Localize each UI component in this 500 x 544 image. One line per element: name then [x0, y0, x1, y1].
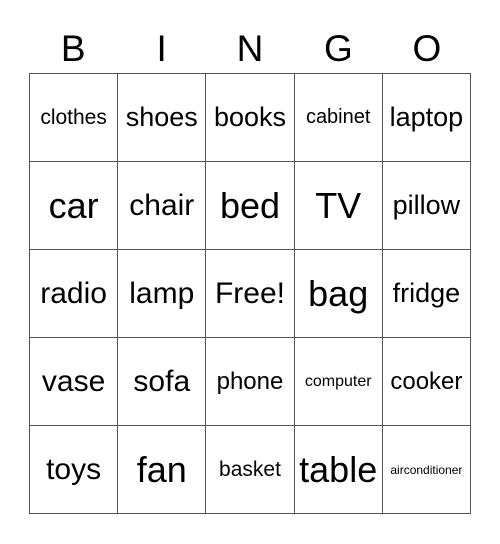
bingo-cell: cooker — [382, 338, 471, 426]
bingo-cell: bed — [206, 162, 295, 250]
bingo-cell: bag — [294, 250, 383, 338]
bingo-cell: chair — [118, 162, 207, 250]
bingo-cell: airconditioner — [382, 426, 471, 514]
bingo-cell: laptop — [382, 74, 471, 162]
bingo-cell: clothes — [30, 74, 119, 162]
bingo-cell: TV — [294, 162, 383, 250]
bingo-cell: shoes — [118, 74, 207, 162]
bingo-cell: basket — [206, 426, 295, 514]
bingo-cell: computer — [294, 338, 383, 426]
bingo-cell: phone — [206, 338, 295, 426]
bingo-cell: vase — [30, 338, 119, 426]
bingo-cell: fan — [118, 426, 207, 514]
bingo-cell: sofa — [118, 338, 207, 426]
bingo-cell: pillow — [382, 162, 471, 250]
header-letter-n: N — [236, 28, 264, 69]
bingo-header: B I N G O — [29, 26, 471, 72]
header-letter-g: G — [324, 28, 353, 69]
header-letter-i: I — [156, 28, 167, 69]
bingo-cell: books — [206, 74, 295, 162]
bingo-cell: table — [294, 426, 383, 514]
header-letter-o: O — [412, 28, 442, 69]
bingo-grid: clothes shoes books cabinet laptop car c… — [29, 73, 471, 514]
bingo-cell: car — [30, 162, 119, 250]
bingo-cell: cabinet — [294, 74, 383, 162]
bingo-cell: toys — [30, 426, 119, 514]
free-space-cell: Free! — [206, 250, 295, 338]
bingo-cell: fridge — [382, 250, 471, 338]
header-letter-b: B — [60, 28, 86, 69]
bingo-cell: radio — [30, 250, 119, 338]
bingo-cell: lamp — [118, 250, 207, 338]
